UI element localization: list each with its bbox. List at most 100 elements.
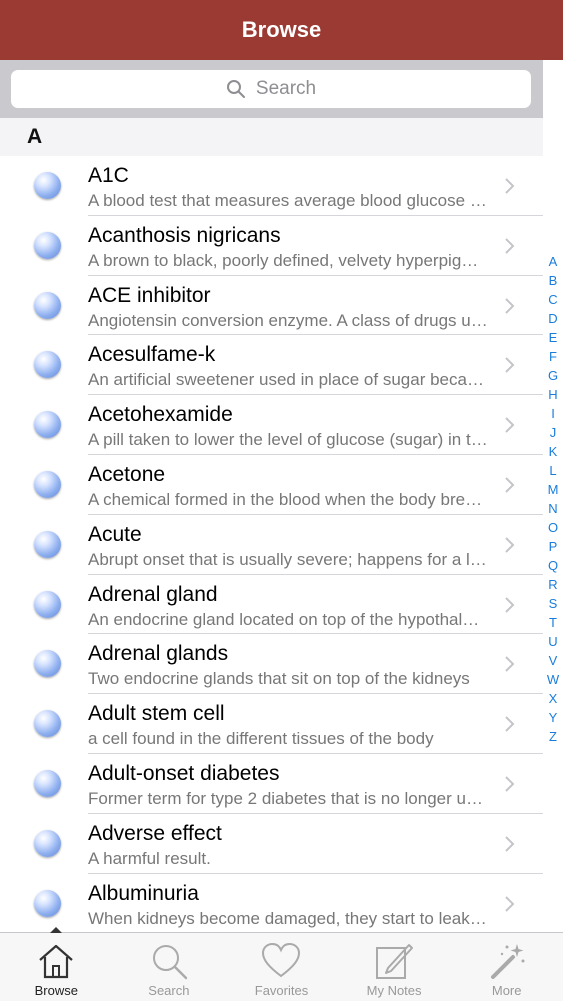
search-input[interactable]: Search [11,70,531,108]
chevron-right-icon [505,417,515,433]
term-title: Acetone [88,462,166,486]
term-description: Two endocrine glands that sit on top of … [88,669,470,689]
tab-my-notes[interactable]: My Notes [338,933,451,1001]
list-item[interactable]: Adverse effect A harmful result. [0,814,543,874]
list-item[interactable]: Adult-onset diabetes Former term for type… [0,754,543,814]
term-title: Acute [88,522,142,546]
bullet-icon [34,291,61,319]
term-title: Acanthosis nigricans [88,223,281,247]
index-letter[interactable]: X [549,689,558,708]
term-description: Abrupt onset that is usually severe; hap… [88,549,488,569]
chevron-right-icon [505,656,515,673]
bullet-icon [34,411,61,439]
tab-favorites[interactable]: Favorites [225,933,338,1001]
section-header: A [0,118,543,156]
term-description: A harmful result. [88,848,211,868]
index-letter[interactable]: Z [549,727,557,746]
index-letter[interactable]: C [548,290,557,309]
magnifier-icon [152,945,188,980]
term-description: A brown to black, poorly defined, velvet… [88,250,488,270]
term-list: A1C A blood test that measures average bl… [0,156,543,934]
home-icon [39,944,74,979]
term-title: Acesulfame-k [88,343,216,367]
term-description: a cell found in the different tissues of… [88,729,434,749]
chevron-right-icon [505,895,515,912]
index-letter[interactable]: T [549,613,557,632]
index-letter[interactable]: I [551,404,555,423]
term-title: Adrenal glands [88,642,229,666]
tab-label: More [491,983,522,998]
chevron-right-icon [505,297,515,314]
list-item[interactable]: ACE inhibitor Angiotensin conversion enzy… [0,276,543,336]
index-letter[interactable]: L [549,461,556,480]
list-item[interactable]: Acanthosis nigricans A brown to black, po… [0,216,543,276]
chevron-right-icon [505,836,515,852]
term-description: Angiotensin conversion enzyme. A class o… [88,310,488,330]
tab-browse[interactable]: Browse [0,927,113,1001]
term-description: A chemical formed in the blood when the … [88,489,488,509]
index-letter[interactable]: A [549,252,558,271]
bullet-icon [34,172,61,199]
index-letter[interactable]: E [549,328,558,347]
tab-bar: Browse Search Favorites My Notes More [0,927,563,1001]
index-letter[interactable]: J [550,423,557,442]
tab-label: My Notes [366,983,422,998]
index-letter[interactable]: W [547,670,559,689]
search-icon [226,80,245,98]
search-area: Search [0,60,543,118]
bullet-icon [34,470,61,498]
section-letter: A [27,125,43,148]
index-letter[interactable]: P [549,537,558,556]
chevron-right-icon [505,178,515,194]
chevron-right-icon [505,477,515,493]
index-letter[interactable]: M [548,480,559,499]
term-description: When kidneys become damaged, they start … [88,908,488,928]
bullet-icon [34,710,61,738]
list-item[interactable]: Albuminuria When kidneys become damaged, … [0,874,543,934]
index-letter[interactable]: R [548,575,557,594]
term-title: Albuminuria [88,881,199,905]
index-letter[interactable]: Y [549,708,558,727]
chevron-right-icon [505,716,515,732]
bullet-icon [34,590,61,618]
term-description: An artificial sweetener used in place of… [88,370,488,390]
index-letter[interactable]: G [548,366,558,385]
list-item[interactable]: Acute Abrupt onset that is usually severe… [0,515,543,575]
tab-more[interactable]: More [450,933,563,1001]
index-letter[interactable]: H [548,385,557,404]
index-letter[interactable]: V [549,651,558,670]
tab-label: Browse [34,983,78,998]
alphabet-index[interactable]: ABCDEFGHIJKLMNOPQRSTUVWXYZ [543,252,563,746]
index-letter[interactable]: U [548,632,557,651]
index-letter[interactable]: Q [548,556,558,575]
index-letter[interactable]: D [548,309,557,328]
index-letter[interactable]: O [548,518,558,537]
tab-label: Search [148,983,190,998]
index-letter[interactable]: S [549,594,558,613]
term-title: Adverse effect [88,821,222,845]
tab-label: Favorites [254,983,309,998]
list-item[interactable]: Acetohexamide A pill taken to lower the l… [0,395,543,455]
term-description: A blood test that measures average blood… [88,191,488,210]
list-item[interactable]: Acesulfame-k An artificial sweetener used… [0,335,543,396]
bullet-icon [34,231,61,259]
navigation-bar: Browse [0,0,563,60]
term-description: Former term for type 2 diabetes that is … [88,788,488,808]
bullet-icon [34,650,61,678]
list-item[interactable]: A1C A blood test that measures average bl… [0,156,543,216]
term-description: A pill taken to lower the level of gluco… [88,430,488,450]
list-item[interactable]: Acetone A chemical formed in the blood wh… [0,455,543,515]
list-item[interactable]: Adrenal gland An endocrine gland located … [0,575,543,635]
tab-search[interactable]: Search [113,933,226,1001]
index-letter[interactable]: N [548,499,557,518]
list-item[interactable]: Adrenal glands Two endocrine glands that … [0,634,543,695]
pencil-note-icon [376,944,414,979]
index-letter[interactable]: F [549,347,557,366]
bullet-icon [34,351,61,379]
list-item[interactable]: Adult stem cell a cell found in the diffe… [0,694,543,754]
chevron-right-icon [505,357,515,374]
heart-icon [262,942,301,978]
index-letter[interactable]: K [549,442,558,461]
index-letter[interactable]: B [549,271,558,290]
bullet-icon [34,829,61,857]
